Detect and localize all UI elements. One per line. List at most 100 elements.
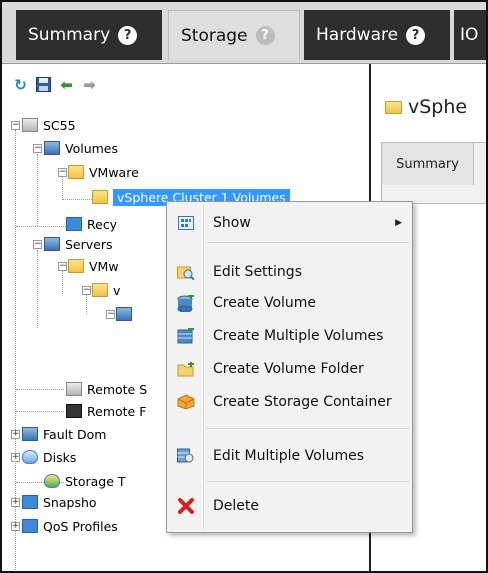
collapse-toggle[interactable]: −: [33, 240, 42, 249]
menu-item-label: Delete: [213, 498, 259, 514]
tree-node-servers[interactable]: Servers: [44, 235, 113, 253]
tree-node-volumes[interactable]: Volumes: [44, 139, 118, 157]
edit-settings-icon: [177, 264, 195, 280]
tree-connector: [37, 250, 38, 328]
menu-item-create-storage-container[interactable]: Create Storage Container: [169, 387, 412, 417]
collapse-toggle[interactable]: −: [106, 310, 115, 319]
tree-node-label: VMw: [89, 258, 119, 274]
expand-toggle[interactable]: +: [11, 498, 20, 507]
folder-icon: [385, 100, 402, 114]
tree-toolbar: ↻ ⬅ ➡: [12, 76, 98, 94]
tab-hardware[interactable]: Hardware ?: [304, 10, 450, 60]
menu-item-edit-multiple-volumes[interactable]: Edit Multiple Volumes: [169, 441, 412, 471]
save-icon[interactable]: [35, 76, 52, 93]
menu-separator: [207, 481, 409, 482]
folder-icon: [68, 259, 84, 273]
tab-summary-label: Summary: [28, 25, 111, 45]
tree-node-label: Volumes: [65, 140, 119, 156]
submenu-arrow-icon: ▶: [395, 218, 402, 228]
tab-io[interactable]: IO: [454, 10, 486, 60]
detail-title-text: vSphe: [408, 96, 468, 118]
snapshot-icon: [22, 495, 38, 509]
tree-node-label: Snapsho: [43, 494, 97, 510]
menu-item-create-volume[interactable]: Create Volume: [169, 288, 412, 318]
tab-io-label: IO: [460, 25, 479, 45]
tab-storage-label: Storage: [181, 25, 248, 46]
help-icon[interactable]: ?: [118, 25, 138, 45]
tree-node-label: Fault Dom: [43, 426, 107, 442]
tree-connector: [16, 389, 64, 390]
servers-icon: [44, 237, 60, 251]
tree-node-label: SC55: [43, 117, 76, 133]
tab-hardware-label: Hardware: [316, 25, 399, 45]
grid-icon: [177, 215, 195, 231]
forward-arrow-icon[interactable]: ➡: [81, 76, 98, 94]
tree-node-fault-domains[interactable]: Fault Dom: [22, 425, 106, 443]
back-arrow-icon[interactable]: ⬅: [58, 76, 75, 94]
menu-item-label: Create Volume: [213, 295, 317, 311]
menu-item-label: Edit Multiple Volumes: [213, 448, 364, 464]
subtab-summary[interactable]: Summary: [382, 143, 474, 185]
tree-node-vmware-folder[interactable]: VMware: [68, 163, 139, 181]
collapse-toggle[interactable]: −: [58, 262, 67, 271]
tree-node-qos-profiles[interactable]: QoS Profiles: [22, 517, 118, 535]
menu-item-create-multiple-volumes[interactable]: Create Multiple Volumes: [169, 321, 412, 351]
tree-connector: [86, 294, 87, 314]
tree-node-remote-data[interactable]: Remote F: [66, 402, 146, 420]
help-icon[interactable]: ?: [255, 26, 275, 45]
menu-item-label: Create Multiple Volumes: [213, 328, 384, 344]
context-menu: Show ▶ Edit Settings Create Volume Creat…: [166, 201, 413, 533]
folder-icon: [92, 190, 108, 204]
menu-item-delete[interactable]: Delete: [169, 491, 412, 521]
tree-node-remote-storage[interactable]: Remote S: [66, 380, 147, 398]
tree-node-label: Disks: [43, 449, 77, 465]
edit-multiple-volumes-icon: [177, 448, 195, 464]
tree-connector: [62, 199, 92, 200]
tree-connector: [62, 270, 63, 294]
help-icon[interactable]: ?: [406, 25, 426, 45]
expand-toggle[interactable]: +: [11, 453, 20, 462]
tree-node-label: QoS Profiles: [43, 518, 118, 534]
menu-item-label: Create Storage Container: [213, 394, 392, 410]
disks-icon: [22, 450, 38, 464]
tab-storage[interactable]: Storage ?: [168, 10, 300, 60]
create-volume-icon: [177, 294, 195, 312]
fault-domains-icon: [22, 427, 38, 441]
menu-item-label: Edit Settings: [213, 264, 302, 280]
collapse-toggle[interactable]: −: [11, 121, 20, 130]
tree-node-storage-types[interactable]: Storage T: [44, 472, 126, 490]
tab-bar: Summary ? Storage ? Hardware ? IO: [2, 2, 486, 64]
tree-node-label: VMware: [89, 164, 139, 180]
app-window: Summary ? Storage ? Hardware ? IO ↻ ⬅ ➡: [0, 0, 488, 573]
tree-node-root[interactable]: SC55: [22, 116, 76, 134]
collapse-toggle[interactable]: −: [33, 144, 42, 153]
expand-toggle[interactable]: +: [11, 430, 20, 439]
menu-item-show[interactable]: Show ▶: [169, 208, 412, 238]
tab-summary[interactable]: Summary ?: [16, 10, 162, 60]
menu-item-create-volume-folder[interactable]: Create Volume Folder: [169, 354, 412, 384]
collapse-toggle[interactable]: −: [58, 168, 67, 177]
tree-node-disks[interactable]: Disks: [22, 448, 76, 466]
tree-node-label: Recy: [87, 216, 118, 232]
tree-node-recycle-bin[interactable]: Recy: [66, 215, 117, 233]
tree-node-servers-sub[interactable]: v: [92, 281, 120, 299]
tree-node-label: Remote F: [87, 403, 147, 419]
menu-item-label: Create Volume Folder: [213, 361, 364, 377]
tree-connector: [16, 226, 66, 227]
tree-node-label: Remote S: [87, 381, 148, 397]
collapse-toggle[interactable]: −: [82, 286, 91, 295]
volumes-icon: [44, 141, 60, 155]
recycle-bin-icon: [66, 217, 82, 231]
menu-item-label: Show: [213, 215, 251, 231]
expand-toggle[interactable]: +: [11, 522, 20, 531]
menu-item-edit-settings[interactable]: Edit Settings: [169, 257, 412, 287]
tree-node-servers-vmware[interactable]: VMw: [68, 257, 119, 275]
tree-connector: [16, 411, 64, 412]
folder-icon: [68, 165, 84, 179]
refresh-icon[interactable]: ↻: [12, 76, 29, 94]
detail-title: vSphe: [385, 96, 467, 118]
tree-node-server-cluster[interactable]: [116, 305, 137, 323]
tree-node-snapshots[interactable]: Snapsho: [22, 493, 97, 511]
storage-center-icon: [22, 118, 38, 132]
storage-types-icon: [44, 474, 60, 488]
